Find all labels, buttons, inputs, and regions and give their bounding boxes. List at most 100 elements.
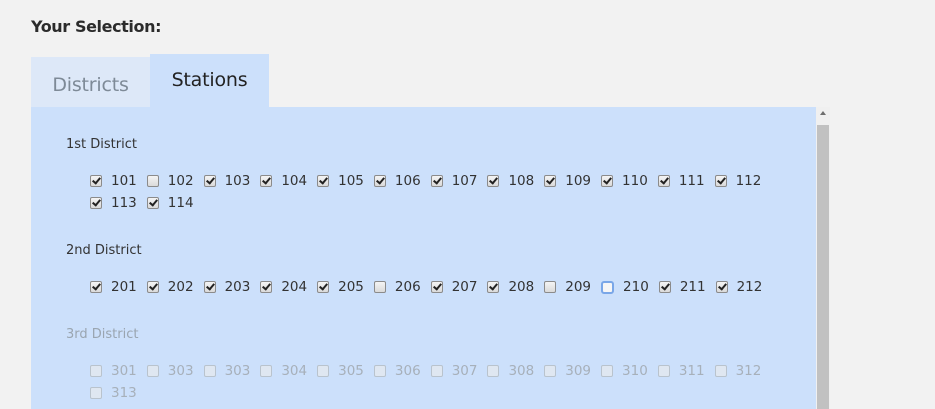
station-checkbox-item[interactable]: 206 [373,276,421,298]
station-checkbox[interactable] [146,175,159,187]
station-checkbox[interactable] [260,281,273,293]
station-checkbox-item: 309 [544,360,591,382]
station-checkbox[interactable] [146,197,159,209]
station-checkbox[interactable] [203,281,216,293]
station-checkbox-item[interactable]: 105 [317,170,364,192]
station-checkbox[interactable] [714,175,727,187]
station-checkbox [601,365,614,377]
station-label: 114 [167,195,194,211]
station-checkbox [146,365,159,377]
station-label: 101 [111,173,137,189]
selection-heading: Your Selection: [31,17,162,36]
station-checkbox-item[interactable]: 109 [544,170,591,192]
station-label: 201 [111,279,137,295]
station-checkbox-item[interactable]: 107 [430,170,477,192]
station-label: 311 [678,363,705,379]
station-checkbox-item[interactable]: 108 [487,170,534,192]
station-checkbox [317,365,330,377]
station-label: 304 [281,363,308,379]
station-checkbox[interactable] [487,175,500,187]
station-label: 102 [167,173,194,189]
station-label: 113 [111,195,137,211]
station-label: 104 [281,173,308,189]
station-checkbox-item[interactable]: 209 [544,276,591,298]
scroll-up-arrow-icon[interactable] [816,107,830,125]
station-label: 202 [167,279,194,295]
station-checkbox-item[interactable]: 202 [146,276,194,298]
station-checkbox[interactable] [260,175,273,187]
station-checkbox[interactable] [90,281,102,293]
station-checkbox[interactable] [146,281,159,293]
station-checkbox[interactable] [601,175,614,187]
station-checkbox-item[interactable]: 211 [658,276,706,298]
station-label: 306 [394,363,421,379]
tab-stations[interactable]: Stations [150,54,269,107]
district-title: 1st District [66,137,137,152]
station-checkbox [373,365,386,377]
station-checkbox-item[interactable]: 101 [90,170,137,192]
station-checkbox[interactable] [658,281,671,293]
station-checkbox[interactable] [90,197,102,209]
station-checkbox[interactable] [430,175,443,187]
station-checkbox[interactable] [90,175,102,187]
district-title: 2nd District [66,243,142,258]
station-label: 111 [678,173,705,189]
station-checkbox[interactable] [373,175,386,187]
station-label: 105 [338,173,364,189]
station-checkbox[interactable] [373,281,386,293]
station-checkbox-item[interactable]: 113 [90,192,137,214]
station-checkbox [203,365,216,377]
station-checkbox-item: 301 [90,360,137,382]
station-label: 112 [735,173,762,189]
station-list: 101 102 103 104 105 106 107 108 109 110 111 112 113 1… [90,170,790,214]
station-checkbox-item[interactable]: 210 [601,276,649,298]
station-checkbox[interactable] [715,281,728,293]
district-group-2: 2nd District 201 202 203 204 205 206 207 208 209… [66,241,790,298]
station-checkbox-item: 305 [317,360,364,382]
station-checkbox-item[interactable]: 201 [90,276,137,298]
station-checkbox-item: 311 [657,360,705,382]
station-label: 108 [508,173,535,189]
station-checkbox-item[interactable]: 212 [715,276,762,298]
station-checkbox[interactable] [317,281,330,293]
station-checkbox[interactable] [487,281,500,293]
station-checkbox-item[interactable]: 103 [203,170,250,192]
station-label: 309 [565,363,592,379]
station-checkbox-item[interactable]: 203 [203,276,251,298]
station-checkbox[interactable] [544,281,557,293]
station-checkbox-item[interactable]: 112 [714,170,762,192]
tab-districts[interactable]: Districts [31,57,150,107]
station-checkbox [90,365,102,377]
station-label: 308 [508,363,535,379]
station-label: 203 [224,279,251,295]
station-label: 303 [224,363,251,379]
station-label: 303 [167,363,194,379]
station-checkbox[interactable] [657,175,670,187]
station-label: 207 [451,279,478,295]
station-checkbox-item[interactable]: 102 [146,170,194,192]
station-checkbox-item[interactable]: 111 [657,170,705,192]
station-checkbox[interactable] [317,175,330,187]
station-checkbox[interactable] [601,280,615,294]
station-label: 110 [622,173,648,189]
station-label: 109 [565,173,592,189]
station-checkbox-item[interactable]: 104 [260,170,307,192]
station-checkbox-item[interactable]: 114 [146,192,194,214]
station-checkbox[interactable] [544,175,557,187]
station-checkbox[interactable] [203,175,216,187]
station-checkbox-item[interactable]: 204 [260,276,307,298]
station-checkbox-item[interactable]: 208 [487,276,534,298]
station-checkbox [714,365,727,377]
station-checkbox-item[interactable]: 207 [430,276,478,298]
district-group-1: 1st District 101 102 103 104 105 106 107 108 109… [66,135,790,214]
vertical-scrollbar[interactable] [816,107,830,409]
station-checkbox[interactable] [430,281,443,293]
station-checkbox-item: 306 [373,360,421,382]
station-checkbox-item[interactable]: 106 [373,170,421,192]
district-title: 3rd District [66,327,139,342]
station-list: 301 303 303 304 305 306 307 308 309 310 311 312 313 [90,360,790,404]
station-checkbox [487,365,500,377]
station-checkbox-item[interactable]: 110 [601,170,648,192]
scrollbar-thumb[interactable] [817,125,829,409]
station-checkbox-item[interactable]: 205 [317,276,364,298]
